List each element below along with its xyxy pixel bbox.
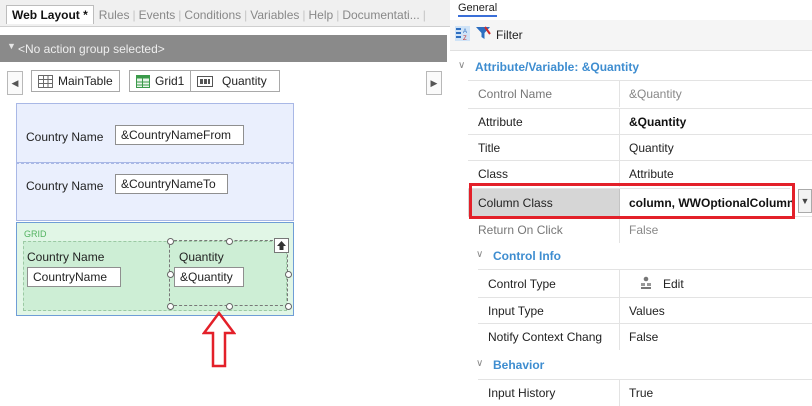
property-row-title[interactable]: Title Quantity [468, 134, 812, 161]
column-class-dropdown-button[interactable]: ▼ [798, 189, 812, 213]
property-row-control-name[interactable]: Control Name &Quantity [468, 80, 812, 107]
resize-handle[interactable] [167, 271, 174, 278]
tab-help[interactable]: Help [306, 8, 337, 22]
divider [619, 217, 620, 243]
property-name: Control Type [488, 277, 556, 291]
property-row-notify-context-change[interactable]: Notify Context Chang False [478, 323, 812, 350]
tab-variables[interactable]: Variables [247, 8, 302, 22]
filter-label[interactable]: Filter [496, 28, 523, 42]
divider [619, 135, 620, 161]
country-name-label: Country Name [26, 130, 104, 144]
svg-text:Z: Z [463, 36, 467, 41]
group-attribute-variable[interactable]: ∨ Attribute/Variable: &Quantity [450, 54, 812, 80]
group-title: Control Info [493, 249, 561, 263]
editor-tab-bar: Web Layout * Rules | Events | Conditions… [0, 0, 450, 27]
resize-handle[interactable] [226, 303, 233, 310]
action-group-label: <No action group selected> [18, 42, 165, 56]
chevron-down-icon[interactable]: ▼ [7, 41, 16, 51]
scroll-right-button[interactable]: ▶ [426, 71, 442, 95]
property-name: Control Name [478, 87, 553, 101]
chevron-down-icon[interactable]: ∨ [458, 60, 465, 71]
arrow-up-icon [277, 241, 286, 250]
property-value: Values [629, 304, 665, 318]
group-behavior[interactable]: ∨ Behavior [468, 352, 812, 378]
breadcrumb-label: Grid1 [155, 74, 185, 88]
resize-handle[interactable] [167, 303, 174, 310]
table-row-country-to[interactable]: Country Name &CountryNameTo [16, 163, 294, 221]
property-row-return-on-click[interactable]: Return On Click False [468, 216, 812, 243]
chevron-down-icon[interactable]: ∨ [476, 358, 483, 369]
property-name: Class [478, 167, 509, 181]
breadcrumb-quantity[interactable]: Quantity [190, 70, 280, 92]
grid-cell-country-name[interactable]: CountryName [27, 267, 121, 287]
annotation-arrow-icon [202, 311, 236, 368]
edit-control-icon [641, 276, 651, 289]
resize-handle[interactable] [226, 238, 233, 245]
breadcrumb-label: MainTable [58, 74, 113, 88]
highlight-box [469, 183, 795, 219]
resize-handle[interactable] [167, 238, 174, 245]
divider [619, 380, 620, 406]
tab-separator: | [422, 7, 426, 22]
property-value: False [629, 330, 659, 344]
property-row-input-history[interactable]: Input History True [478, 379, 812, 406]
selection-rectangle[interactable] [169, 240, 288, 306]
property-name: Input Type [488, 304, 544, 318]
edit-field-icon [197, 75, 213, 87]
breadcrumb-grid1[interactable]: Grid1 [129, 70, 192, 92]
property-value: Quantity [629, 141, 674, 155]
country-name-label: Country Name [26, 179, 104, 193]
divider [619, 324, 620, 350]
select-parent-button[interactable] [274, 238, 289, 253]
properties-toolbar: A Z Filter [450, 20, 812, 51]
divider [619, 81, 620, 107]
web-layout-designer: Web Layout * Rules | Events | Conditions… [0, 0, 450, 405]
tab-events[interactable]: Events [136, 8, 179, 22]
scroll-left-button[interactable]: ◀ [7, 71, 23, 95]
breadcrumb-label: Quantity [222, 74, 267, 88]
property-name: Title [478, 141, 501, 155]
resize-handle[interactable] [285, 271, 292, 278]
tab-conditions[interactable]: Conditions [181, 8, 244, 22]
group-control-info[interactable]: ∨ Control Info [468, 243, 812, 269]
filter-icon[interactable] [475, 25, 491, 41]
breadcrumb-maintable[interactable]: MainTable [31, 70, 120, 92]
property-value: &Quantity [629, 115, 687, 129]
property-value: &Quantity [629, 87, 682, 101]
property-row-input-type[interactable]: Input Type Values [478, 297, 812, 324]
divider [619, 109, 620, 135]
property-row-attribute[interactable]: Attribute &Quantity [468, 108, 812, 135]
tab-web-layout[interactable]: Web Layout * [6, 5, 94, 24]
chevron-down-icon[interactable]: ∨ [476, 249, 483, 260]
property-value: Attribute [629, 167, 674, 181]
breadcrumb: ◀ MainTable Grid1 Quantity ▶ [0, 67, 447, 97]
country-name-from-field[interactable]: &CountryNameFrom [115, 125, 244, 145]
divider [619, 270, 620, 298]
divider [619, 298, 620, 324]
property-value: True [629, 386, 654, 400]
grid-caption: GRID [24, 229, 47, 239]
sort-alphabetical-icon[interactable]: A Z [455, 26, 470, 41]
property-name: Input History [488, 386, 556, 400]
property-value: Edit [663, 277, 684, 291]
properties-title: General [458, 2, 498, 17]
table-row-country-from[interactable]: Country Name &CountryNameFrom [16, 103, 294, 163]
property-value: False [629, 223, 659, 237]
property-row-control-type[interactable]: Control Type Edit [478, 269, 812, 298]
tab-documentation[interactable]: Documentati... [339, 8, 422, 22]
grid-icon [136, 74, 150, 88]
table-icon [38, 74, 53, 88]
property-name: Attribute [478, 115, 523, 129]
grid-column-header-country: Country Name [27, 250, 105, 264]
property-name: Notify Context Chang [488, 330, 603, 344]
group-title: Attribute/Variable: &Quantity [475, 60, 640, 74]
tab-rules[interactable]: Rules [96, 8, 133, 22]
action-group-bar[interactable]: ▼ <No action group selected> [0, 35, 447, 62]
country-name-to-field[interactable]: &CountryNameTo [115, 174, 228, 194]
svg-text:A: A [463, 29, 467, 35]
group-title: Behavior [493, 358, 545, 372]
resize-handle[interactable] [285, 303, 292, 310]
property-name: Return On Click [478, 223, 563, 237]
